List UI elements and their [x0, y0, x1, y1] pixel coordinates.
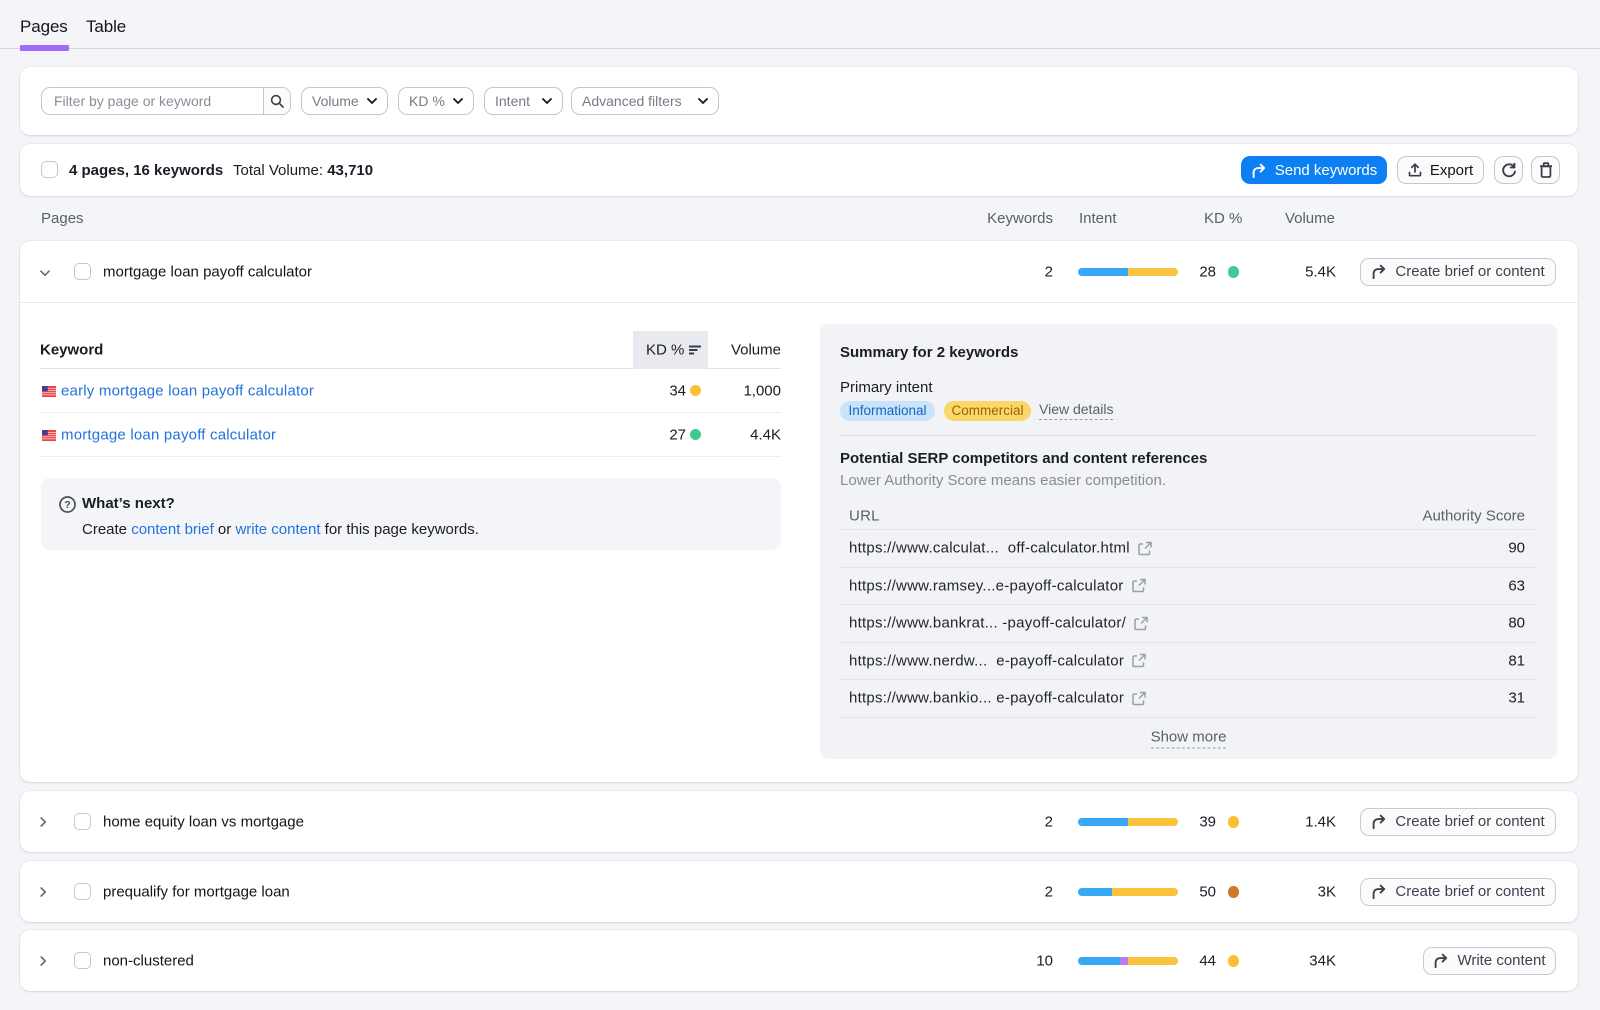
svg-text:?: ? — [64, 499, 70, 511]
